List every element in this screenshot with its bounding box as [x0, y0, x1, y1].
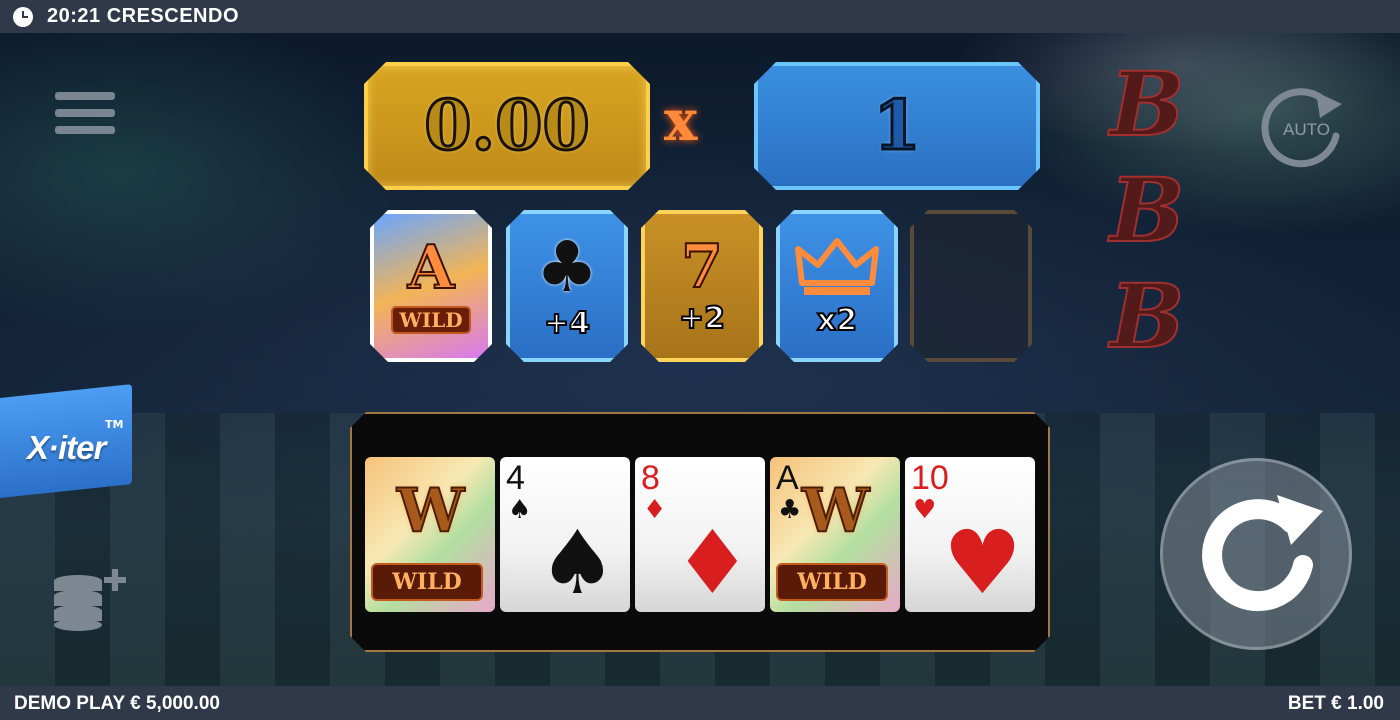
club-icon: ♣	[535, 225, 599, 308]
coins-add-icon[interactable]	[50, 567, 130, 637]
card-rank: 4	[506, 459, 525, 497]
spin-icon	[1202, 495, 1323, 612]
modifier-tile-crown: x2	[776, 210, 898, 362]
xiter-label[interactable]: X·iter	[27, 429, 106, 467]
modifier-tile-club: ♣ +4	[506, 210, 628, 362]
spin-button[interactable]	[1160, 458, 1352, 650]
tile-label: x2	[816, 302, 858, 338]
reel-card-wild: A ♣ W WILD	[770, 457, 900, 612]
wild-letter: W	[801, 476, 870, 546]
top-bar: 20:21 CRESCENDO	[0, 0, 1400, 33]
bet-label[interactable]: BET € 1.00	[1288, 693, 1384, 715]
xiter-trademark: TM	[105, 418, 124, 431]
tile-label: +2	[678, 300, 725, 336]
club-icon: ♣	[778, 495, 802, 525]
reel-card: 8 ♦ ♦	[635, 457, 765, 612]
multiplier-sign: x	[664, 88, 698, 154]
reel-card-wild: W WILD	[365, 457, 495, 612]
tile-label: WILD	[391, 306, 470, 334]
multiplier-meter: 1	[754, 62, 1040, 190]
wild-letter: W	[396, 476, 465, 546]
win-meter: 0.00	[364, 62, 650, 190]
card-rank: 10	[911, 459, 949, 497]
menu-icon[interactable]	[55, 92, 115, 140]
spade-icon: ♠	[538, 511, 617, 612]
game-title: 20:21 CRESCENDO	[47, 5, 240, 27]
balance-label: DEMO PLAY € 5,000.00	[14, 693, 220, 714]
tile-symbol: 7	[681, 231, 723, 302]
modifier-tile-seven: 7 +2	[641, 210, 763, 362]
card-rank: 8	[641, 459, 660, 497]
crown-icon	[794, 235, 880, 299]
tile-label: +4	[543, 305, 590, 341]
reel-card: 10 ♥ ♥	[905, 457, 1035, 612]
auto-label: AUTO	[1283, 120, 1330, 139]
diamond-icon: ♦	[643, 495, 667, 525]
reel-card: 4 ♠ ♠	[500, 457, 630, 612]
diamond-icon: ♦	[673, 511, 752, 612]
win-value: 0.00	[424, 86, 590, 166]
modifier-tile-empty	[910, 210, 1032, 362]
heart-icon: ♥	[943, 511, 1022, 612]
wild-label: WILD	[776, 563, 888, 601]
spade-icon: ♠	[508, 495, 532, 525]
bottom-bar: DEMO PLAY € 5,000.00 BET € 1.00	[0, 686, 1400, 720]
clock-icon	[13, 6, 33, 27]
bonus-letter: B	[1109, 158, 1185, 262]
heart-icon: ♥	[913, 495, 937, 525]
modifier-tile-wild: A WILD	[370, 210, 492, 362]
tile-symbol: A	[407, 233, 455, 303]
bonus-letter: B	[1109, 264, 1185, 368]
multiplier-value: 1	[873, 86, 921, 166]
card-rank: A	[776, 459, 799, 497]
bonus-letter: B	[1109, 52, 1185, 156]
wild-label: WILD	[371, 563, 483, 601]
